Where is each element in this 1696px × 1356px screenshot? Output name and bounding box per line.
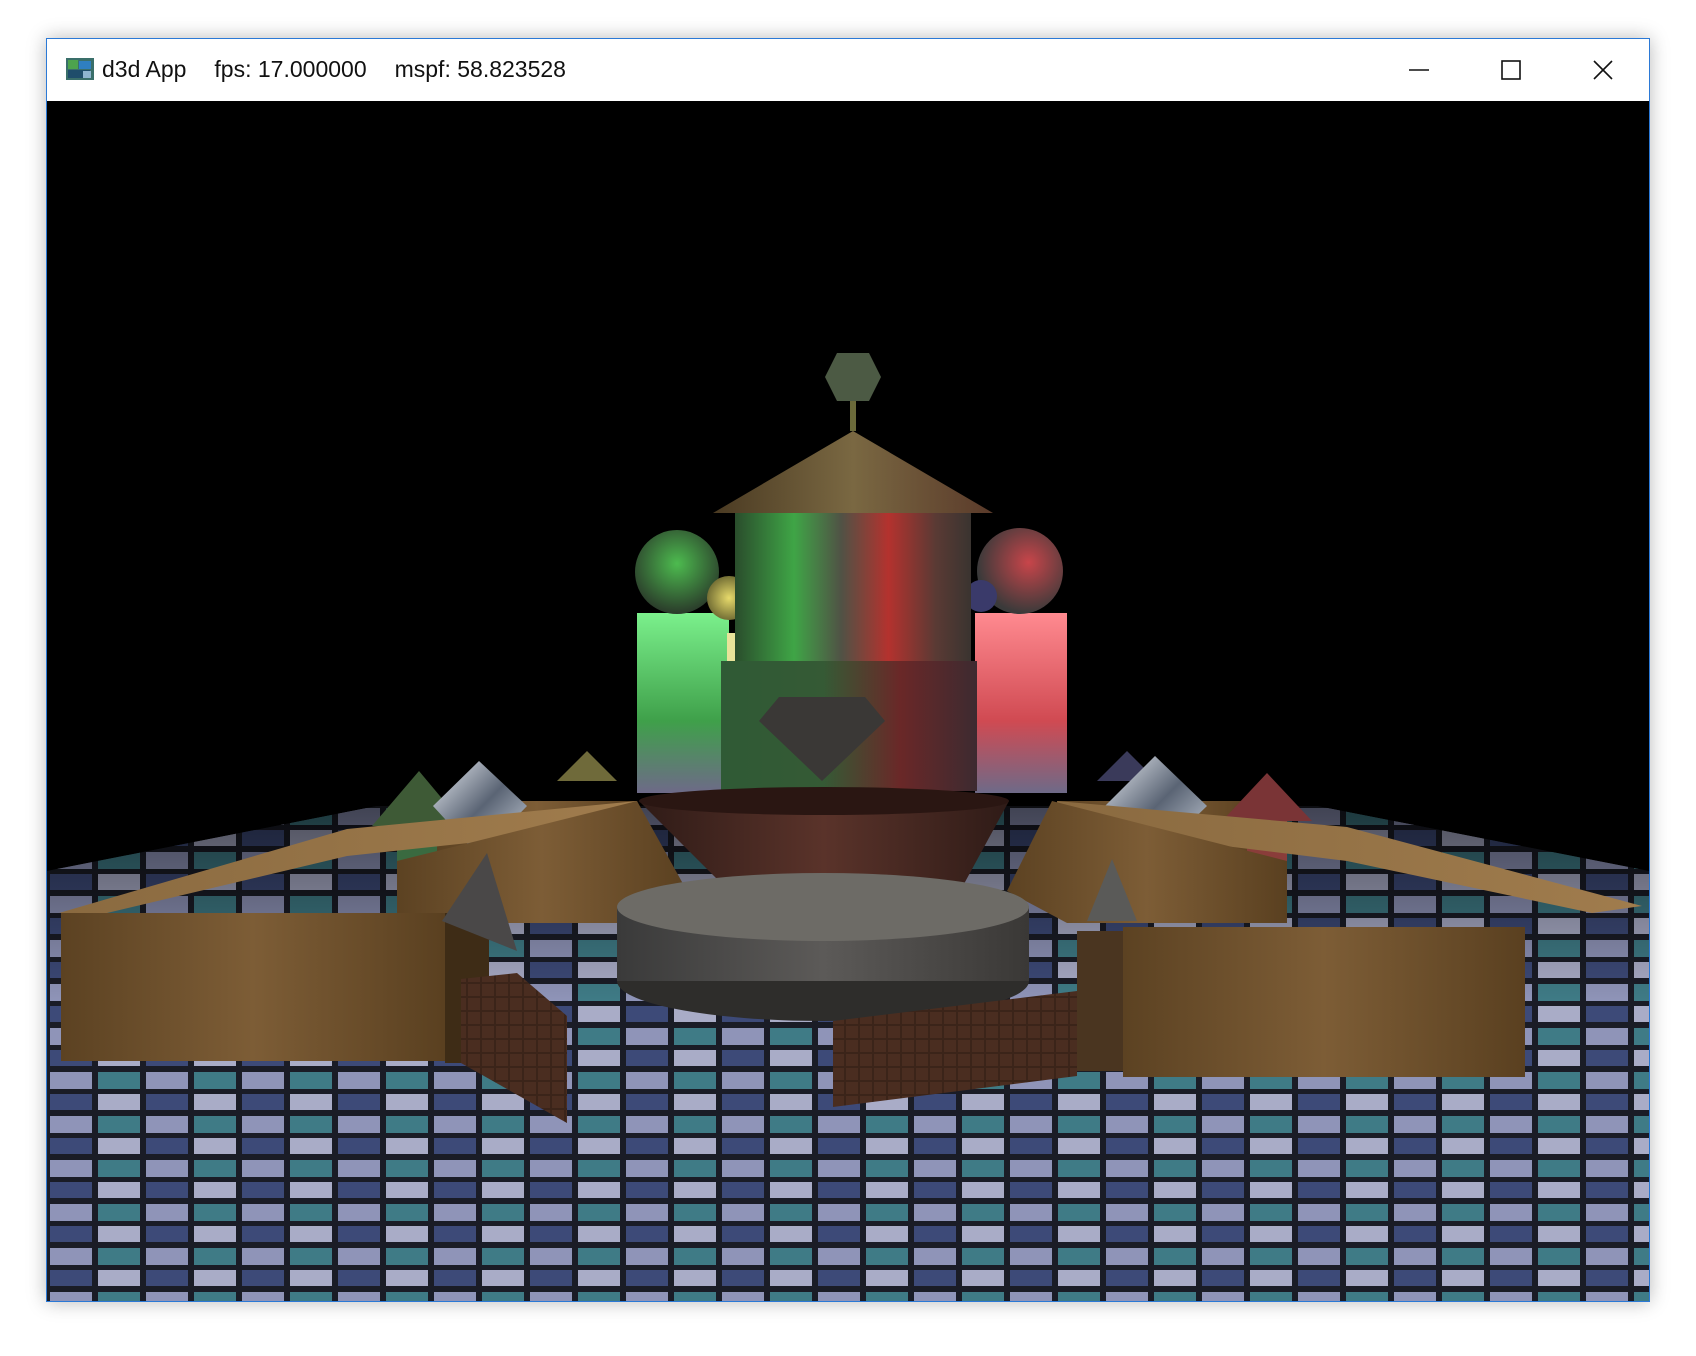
- fps-readout: fps: 17.000000: [214, 56, 367, 82]
- render-viewport[interactable]: [47, 101, 1649, 1301]
- maximize-button[interactable]: [1465, 39, 1557, 101]
- maximize-icon: [1501, 60, 1521, 80]
- app-window: d3d App fps: 17.000000 mspf: 58.823528: [46, 38, 1650, 1302]
- app-icon: [66, 58, 94, 80]
- roof-cone: [713, 431, 993, 513]
- pillar-green: [637, 613, 729, 793]
- window-title: d3d App fps: 17.000000 mspf: 58.823528: [102, 56, 566, 83]
- title-bar[interactable]: d3d App fps: 17.000000 mspf: 58.823528: [47, 39, 1649, 101]
- pillar-red: [975, 613, 1067, 793]
- minimize-icon: [1409, 69, 1429, 71]
- app-name: d3d App: [102, 56, 187, 82]
- tower-cylinder: [735, 513, 971, 663]
- mspf-readout: mspf: 58.823528: [394, 56, 566, 82]
- pyramid-yellow: [557, 751, 617, 781]
- close-button[interactable]: [1557, 39, 1649, 101]
- sphere-green: [635, 530, 719, 614]
- front-wall-right: [1123, 927, 1525, 1077]
- minimize-button[interactable]: [1373, 39, 1465, 101]
- pyramid-red: [1222, 773, 1312, 821]
- roof-finial: [825, 353, 881, 401]
- front-wall-left: [61, 913, 445, 1061]
- 3d-scene: [47, 353, 1649, 1301]
- close-icon: [1593, 60, 1613, 80]
